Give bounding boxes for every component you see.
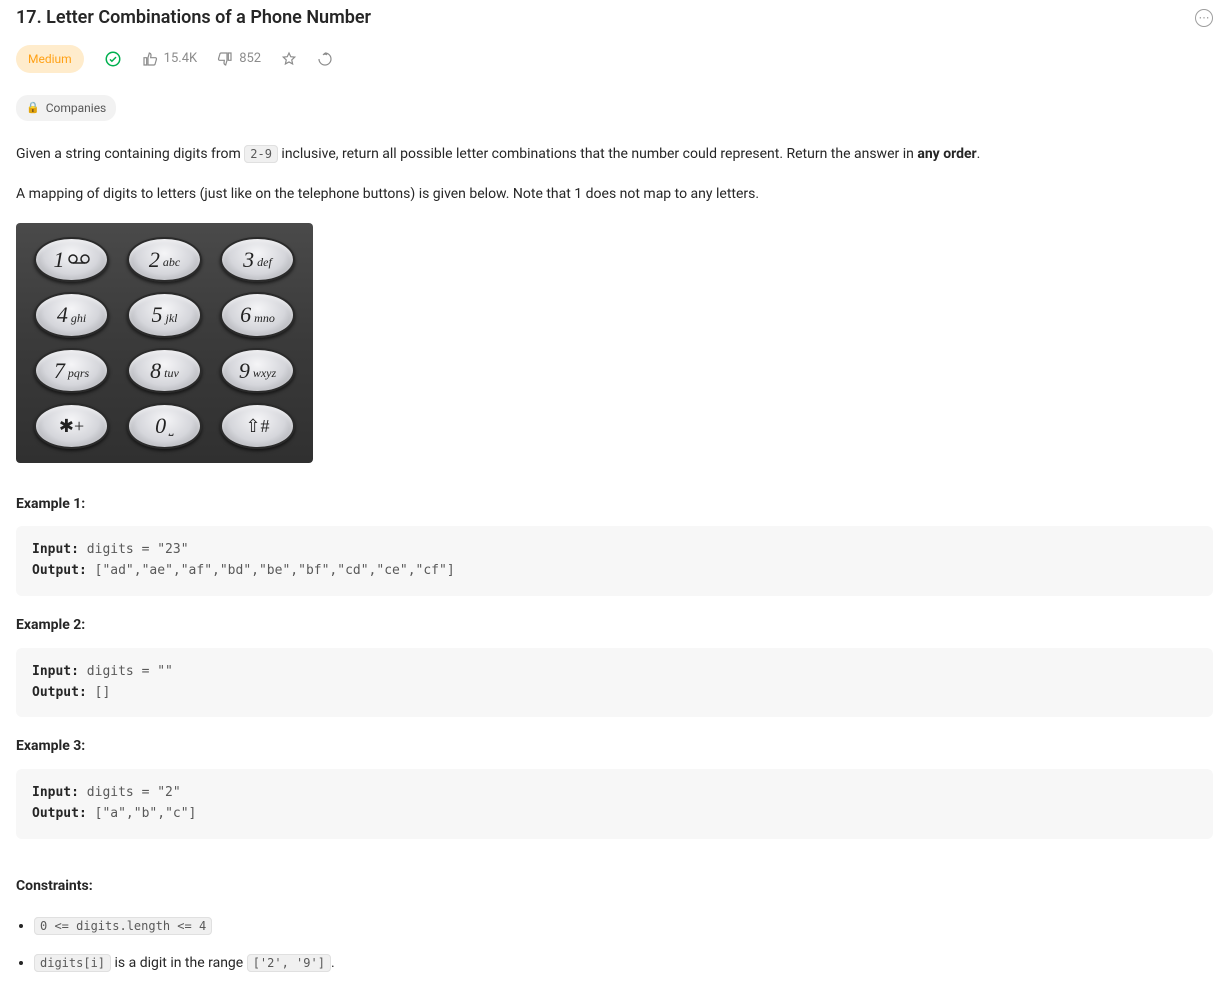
- keypad-key: ✱+: [34, 403, 109, 449]
- keypad-key: 4ghi: [34, 292, 109, 338]
- problem-title: 17. Letter Combinations of a Phone Numbe…: [16, 4, 371, 31]
- keypad-key: 5jkl: [127, 292, 202, 338]
- share-button[interactable]: [317, 51, 333, 67]
- companies-tag[interactable]: 🔒 Companies: [16, 95, 116, 121]
- example-block: Input: digits = "" Output: []: [16, 648, 1213, 718]
- lock-icon: 🔒: [26, 100, 40, 117]
- constraint-item: 0 <= digits.length <= 4: [34, 915, 1213, 939]
- example-heading: Example 1:: [16, 493, 1213, 517]
- problem-description: Given a string containing digits from 2-…: [16, 143, 1213, 976]
- phone-keypad-image: 1 2abc 3def 4ghi 5jkl 6mno 7pqrs 8tuv 9wxyz ✱+ 0⎵ ⇧…: [16, 223, 313, 463]
- example-heading: Example 3:: [16, 735, 1213, 759]
- dislike-count: 852: [239, 49, 261, 69]
- example-block: Input: digits = "23" Output: ["ad","ae",…: [16, 526, 1213, 596]
- inline-code: 2-9: [244, 145, 278, 163]
- keypad-key: 8tuv: [127, 348, 202, 394]
- keypad-key: 2abc: [127, 237, 202, 283]
- constraints-list: 0 <= digits.length <= 4 digits[i] is a di…: [16, 915, 1213, 977]
- example-block: Input: digits = "2" Output: ["a","b","c"…: [16, 769, 1213, 839]
- solved-check-icon: [104, 50, 122, 68]
- example-heading: Example 2:: [16, 614, 1213, 638]
- difficulty-badge: Medium: [16, 45, 84, 73]
- keypad-key: 0⎵: [127, 403, 202, 449]
- meta-row: Medium 15.4K 852: [16, 45, 1213, 73]
- companies-label: Companies: [46, 99, 107, 117]
- keypad-key: 9wxyz: [220, 348, 295, 394]
- dislike-button[interactable]: 852: [217, 49, 261, 69]
- keypad-key: 3def: [220, 237, 295, 283]
- like-count: 15.4K: [164, 49, 198, 69]
- favorite-button[interactable]: [281, 51, 297, 67]
- keypad-key: 1: [34, 237, 109, 283]
- keypad-key: 6mno: [220, 292, 295, 338]
- more-options-icon[interactable]: [1195, 9, 1213, 27]
- keypad-key: 7pqrs: [34, 348, 109, 394]
- keypad-key: ⇧#: [220, 403, 295, 449]
- like-button[interactable]: 15.4K: [142, 49, 198, 69]
- constraint-item: digits[i] is a digit in the range ['2', …: [34, 952, 1213, 976]
- constraints-heading: Constraints:: [16, 875, 1213, 899]
